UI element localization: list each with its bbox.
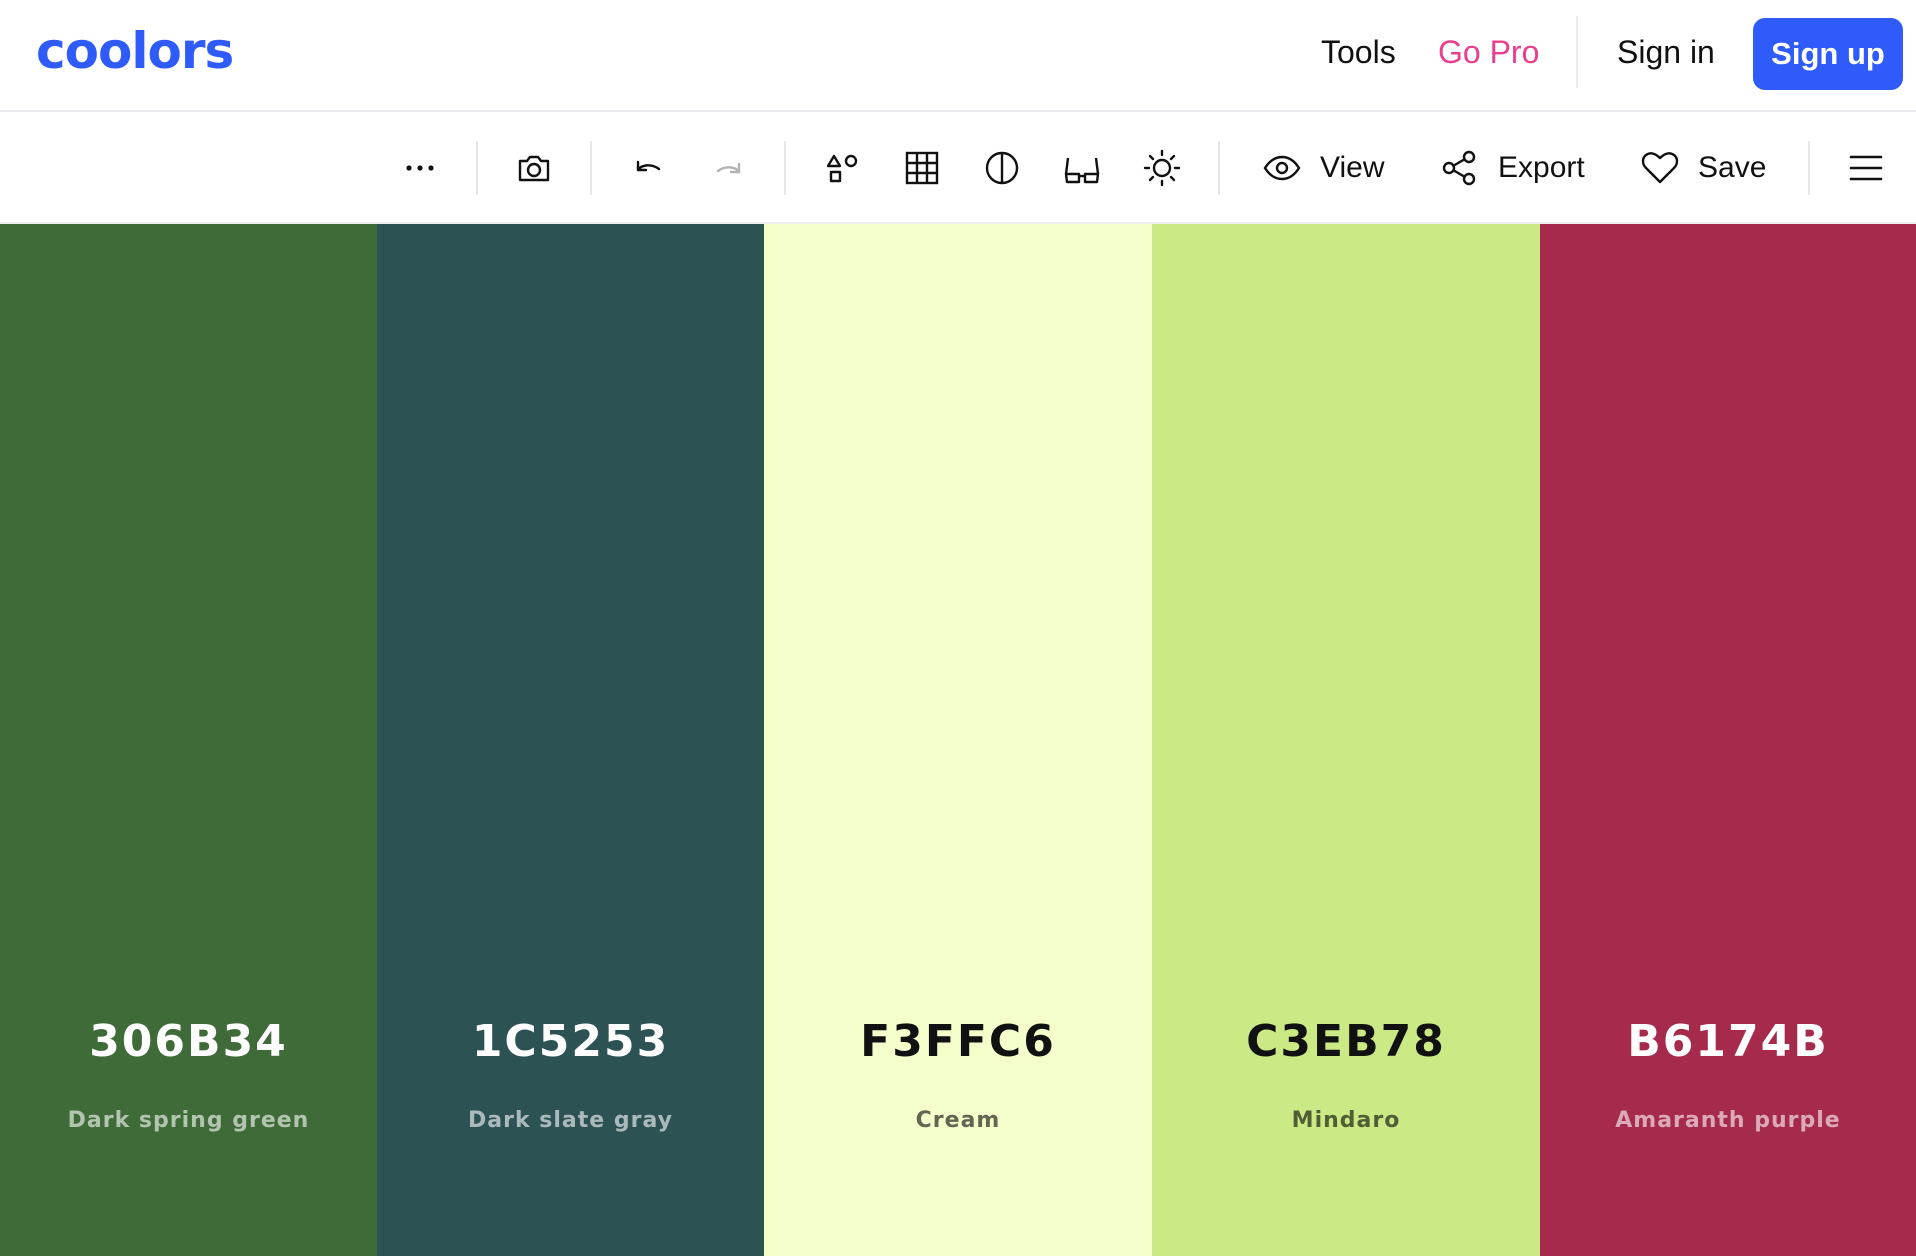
view-button[interactable]: View	[1262, 146, 1384, 190]
shapes-icon[interactable]	[821, 146, 865, 190]
export-label: Export	[1498, 151, 1585, 184]
swatch-hex-code[interactable]: 1C5253	[377, 1016, 764, 1067]
eye-icon	[1263, 155, 1301, 181]
swatch-color-name[interactable]: Amaranth purple	[1540, 1108, 1916, 1133]
swatch-hex-code[interactable]: B6174B	[1540, 1016, 1916, 1067]
camera-icon[interactable]	[512, 146, 556, 190]
share-icon	[1442, 150, 1476, 186]
color-swatch[interactable]: F3FFC6 Cream	[764, 224, 1152, 1256]
swatch-hex-code[interactable]: 306B34	[0, 1016, 377, 1067]
color-swatch[interactable]: 1C5253 Dark slate gray	[377, 224, 764, 1256]
swatch-color-name[interactable]: Dark spring green	[0, 1108, 377, 1133]
hamburger-menu-icon[interactable]	[1844, 146, 1888, 190]
toolbar-separator	[1218, 141, 1220, 195]
save-button[interactable]: Save	[1640, 146, 1766, 190]
color-palette: 306B34 Dark spring green 1C5253 Dark sla…	[0, 224, 1916, 1256]
swatch-color-name[interactable]: Dark slate gray	[377, 1108, 764, 1133]
color-swatch[interactable]: C3EB78 Mindaro	[1152, 224, 1540, 1256]
swatch-hex-code[interactable]: F3FFC6	[764, 1016, 1152, 1067]
export-button[interactable]: Export	[1440, 146, 1585, 190]
nav-tools-link[interactable]: Tools	[1321, 30, 1396, 74]
color-swatch[interactable]: 306B34 Dark spring green	[0, 224, 377, 1256]
toolbar-separator	[590, 141, 592, 195]
swatch-color-name[interactable]: Cream	[764, 1108, 1152, 1133]
sign-up-button[interactable]: Sign up	[1753, 18, 1903, 90]
swatch-color-name[interactable]: Mindaro	[1152, 1108, 1540, 1133]
coolors-logo[interactable]: coolors	[36, 24, 234, 78]
heart-icon	[1641, 152, 1679, 184]
redo-icon[interactable]	[707, 146, 751, 190]
grid-icon[interactable]	[900, 146, 944, 190]
color-swatch[interactable]: B6174B Amaranth purple	[1540, 224, 1916, 1256]
glasses-icon[interactable]	[1060, 146, 1104, 190]
swatch-hex-code[interactable]: C3EB78	[1152, 1016, 1540, 1067]
save-label: Save	[1698, 151, 1767, 184]
nav-divider	[1576, 16, 1578, 88]
toolbar-separator	[476, 141, 478, 195]
more-options-icon[interactable]	[398, 146, 442, 190]
toolbar-separator	[784, 141, 786, 195]
top-navbar: coolors Tools Go Pro Sign in Sign up	[0, 0, 1916, 112]
contrast-icon[interactable]	[980, 146, 1024, 190]
nav-go-pro-link[interactable]: Go Pro	[1438, 30, 1539, 74]
undo-icon[interactable]	[626, 146, 670, 190]
view-label: View	[1320, 151, 1385, 184]
sign-in-link[interactable]: Sign in	[1617, 30, 1715, 74]
toolbar-separator	[1808, 141, 1810, 195]
palette-toolbar: View Export Save	[0, 113, 1916, 224]
brightness-icon[interactable]	[1140, 146, 1184, 190]
